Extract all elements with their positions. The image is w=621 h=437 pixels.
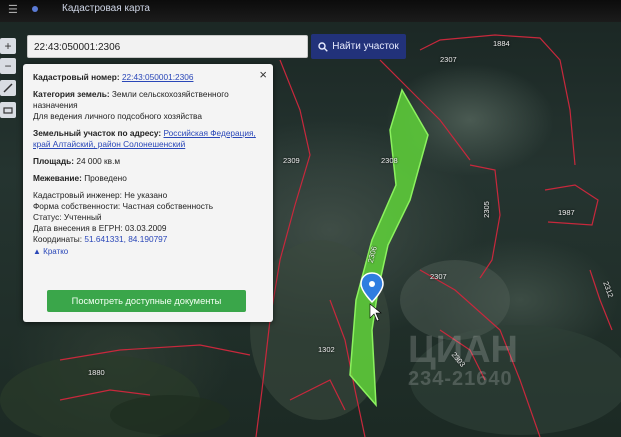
find-parcel-button[interactable]: Найти участок <box>311 34 406 59</box>
ownership-value: Частная собственность <box>122 201 214 211</box>
map-label-2308: 2308 <box>381 156 398 165</box>
engineer-value: Не указано <box>124 190 168 200</box>
engineer-label: Кадастровый инженер: <box>33 190 122 200</box>
collapse-label: Кратко <box>43 247 69 256</box>
status-row: Статус: Учтенный <box>33 212 263 223</box>
watermark-text: ЦИАН <box>408 329 518 371</box>
terrain-patch <box>400 260 510 340</box>
search-input[interactable]: 22:43:050001:2306 <box>27 35 308 58</box>
status-value: Учтенный <box>63 212 102 222</box>
browser-title: Кадастровая карта <box>62 3 150 14</box>
map-label-1987: 1987 <box>558 208 575 217</box>
chevron-up-icon: ▲ <box>33 247 41 256</box>
map-label-2307: 2307 <box>440 55 457 64</box>
egrn-date-row: Дата внесения в ЕГРН: 03.03.2009 <box>33 223 263 234</box>
cadastral-number-row: Кадастровый номер: 22:43:050001:2306 <box>33 72 263 83</box>
coordinates-label: Координаты: <box>33 234 83 244</box>
layers-icon[interactable] <box>0 102 16 118</box>
parcel-info-panel: × Кадастровый номер: 22:43:050001:2306 К… <box>23 64 273 322</box>
cadastral-number-label: Кадастровый номер: <box>33 72 120 82</box>
land-category-row: Категория земель: Земли сельскохозяйстве… <box>33 89 263 122</box>
trees-patch <box>110 395 230 435</box>
ownership-label: Форма собственности: <box>33 201 121 211</box>
zoom-out-button[interactable]: − <box>0 58 16 74</box>
boundary-line <box>469 164 501 279</box>
map-label-2305: 2305 <box>481 201 491 218</box>
area-label: Площадь: <box>33 156 75 166</box>
browser-bar: ☰ Кадастровая карта <box>0 0 621 22</box>
map-label-2309: 2309 <box>283 156 300 165</box>
map-label-1302: 1302 <box>318 345 335 354</box>
site-icon <box>32 6 38 12</box>
watermark-number: 234-21640 <box>408 368 513 390</box>
map-label-1880: 1880 <box>88 368 105 377</box>
egrn-date-label: Дата внесения в ЕГРН: <box>33 223 123 233</box>
menu-icon[interactable]: ☰ <box>8 3 18 16</box>
area-row: Площадь: 24 000 кв.м <box>33 156 263 167</box>
cadastral-number-link[interactable]: 22:43:050001:2306 <box>122 72 194 82</box>
coordinates-value[interactable]: 51.641331, 84.190797 <box>84 234 167 244</box>
collapse-link[interactable]: ▲ Кратко <box>33 247 263 256</box>
area-value: 24 000 кв.м <box>76 156 121 166</box>
map-label-1884: 1884 <box>493 39 510 48</box>
map-label-2307-south: 2307 <box>430 272 447 281</box>
boundary-value: Проведено <box>84 173 127 183</box>
land-category-label: Категория земель: <box>33 89 110 99</box>
address-row: Земельный участок по адресу: Российская … <box>33 128 263 150</box>
boundary-line <box>544 184 599 226</box>
boundary-label: Межевание: <box>33 173 82 183</box>
watermark: ЦИАН 234-21640 <box>408 329 518 391</box>
zoom-in-button[interactable]: + <box>0 38 16 54</box>
boundary-row: Межевание: Проведено <box>33 173 263 184</box>
coordinates-row: Координаты: 51.641331, 84.190797 <box>33 234 263 245</box>
land-usage-value: Для ведения личного подсобного хозяйства <box>33 111 202 121</box>
address-label: Земельный участок по адресу: <box>33 128 162 138</box>
boundary-line <box>589 269 613 331</box>
measure-icon[interactable] <box>0 80 16 96</box>
close-icon[interactable]: × <box>259 67 267 82</box>
view-documents-button[interactable]: Посмотреть доступные документы <box>47 290 246 312</box>
egrn-date-value: 03.03.2009 <box>124 223 167 233</box>
find-parcel-label: Найти участок <box>332 41 399 52</box>
ownership-row: Форма собственности: Частная собственнос… <box>33 201 263 212</box>
search-icon <box>318 41 329 52</box>
engineer-row: Кадастровый инженер: Не указано <box>33 190 263 201</box>
status-label: Статус: <box>33 212 62 222</box>
